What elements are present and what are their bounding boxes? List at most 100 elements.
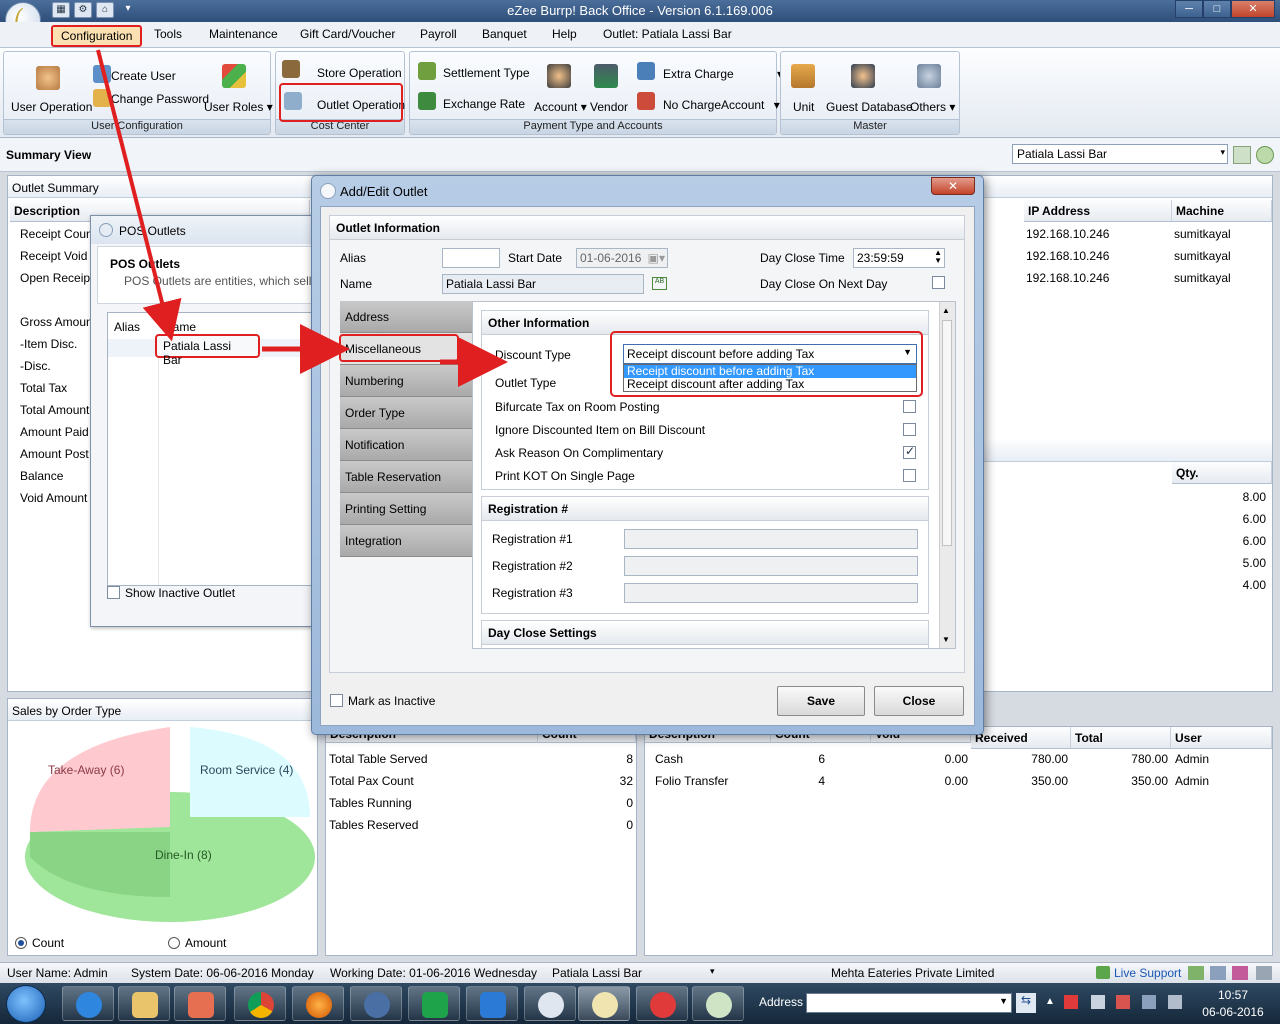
tab-address[interactable]: Address [340,301,472,333]
ignore-discounted-checkbox[interactable] [903,423,916,436]
user-operation-button[interactable]: User Operation [11,100,92,114]
count-radio[interactable] [15,937,27,949]
alias-input[interactable] [442,248,500,268]
tab-order-type[interactable]: Order Type [340,397,472,429]
dialog-close-x-button[interactable]: ✕ [931,177,975,195]
taskbar-pinterest-icon[interactable] [636,986,688,1021]
live-support-link[interactable]: Live Support [1114,966,1181,980]
taskbar-ezee-active-icon[interactable] [578,986,630,1021]
name-input[interactable]: Patiala Lassi Bar [442,274,644,294]
menu-maintenance[interactable]: Maintenance [209,27,278,41]
tray-network-icon[interactable] [1091,995,1105,1009]
tab-numbering[interactable]: Numbering [340,365,472,397]
scroll-down-icon[interactable]: ▼ [942,635,950,644]
taskbar-ie-icon[interactable] [62,986,114,1021]
ask-reason-checkbox[interactable] [903,444,916,459]
address-input[interactable]: ▼ [806,993,1012,1013]
discount-option-after[interactable]: Receipt discount after adding Tax [624,378,916,391]
guest-database-button[interactable]: Guest Database [826,100,913,114]
menu-help[interactable]: Help [552,27,577,41]
taskbar-writer-icon[interactable] [466,986,518,1021]
start-date-input[interactable]: 01-06-2016 ▣▾ [576,248,668,268]
clock-time[interactable]: 10:57 [1200,988,1266,1002]
scroll-up-icon[interactable]: ▲ [942,306,950,315]
taskbar-firefox-icon[interactable] [292,986,344,1021]
mark-inactive-checkbox[interactable] [330,694,343,707]
tab-integration[interactable]: Integration [340,525,472,557]
extra-charge-button[interactable]: Extra Charge ▾ [663,67,783,81]
print-kot-label: Print KOT On Single Page [495,469,635,483]
status-outlet[interactable]: Patiala Lassi Bar [552,966,642,980]
store-icon [282,60,300,78]
print-kot-checkbox[interactable] [903,469,916,482]
others-button[interactable]: Others ▾ [910,100,955,114]
create-user-button[interactable]: Create User [111,69,176,83]
exchange-rate-button[interactable]: Exchange Rate [443,97,525,111]
menu-banquet[interactable]: Banquet [482,27,527,41]
window-close-button[interactable]: ✕ [1231,0,1275,18]
menu-tools[interactable]: Tools [154,27,182,41]
status-settings-icon[interactable] [1256,966,1272,980]
taskbar-explorer-icon[interactable] [118,986,170,1021]
account-button[interactable]: Account ▾ [534,100,587,114]
outlet-type-label: Outlet Type [495,376,557,390]
change-password-button[interactable]: Change Password [111,92,209,106]
status-print-icon[interactable] [1210,966,1226,980]
outlet-select[interactable]: Patiala Lassi Bar ▾ [1012,144,1228,164]
tab-printing-setting[interactable]: Printing Setting [340,493,472,525]
taskbar-spreadsheet-icon[interactable] [408,986,460,1021]
slice-label-dine-in: Dine-In (8) [155,848,212,862]
minimize-button[interactable]: ─ [1175,0,1203,18]
close-button[interactable]: Close [874,686,964,716]
taskbar-thunderbird-icon[interactable] [350,986,402,1021]
windows-start-button[interactable] [6,985,46,1023]
spinner-icon[interactable]: ▲ ▼ [934,249,942,265]
save-button[interactable]: Save [777,686,865,716]
scroll-thumb[interactable] [942,320,952,546]
day-close-next-checkbox[interactable] [932,276,945,289]
live-support-icon[interactable] [1096,966,1110,979]
user-roles-button[interactable]: User Roles ▾ [204,100,273,114]
menu-configuration[interactable]: Configuration [51,25,143,47]
tab-table-reservation[interactable]: Table Reservation [340,461,472,493]
vendor-button[interactable]: Vendor [590,100,628,114]
show-inactive-checkbox[interactable] [107,586,120,599]
taskbar-ezee2-icon[interactable] [692,986,744,1021]
tray-app-icon[interactable] [1064,995,1078,1009]
menu-gift-card[interactable]: Gift Card/Voucher [300,27,395,41]
content-scrollbar[interactable]: ▲ ▼ [939,302,955,648]
tray-expand-icon[interactable]: ▲ [1045,996,1055,1007]
menu-payroll[interactable]: Payroll [420,27,457,41]
registration-2-input[interactable] [624,556,918,576]
filter-icon[interactable] [1233,146,1251,164]
registration-3-input[interactable] [624,583,918,603]
status-outlet-dropdown-icon[interactable]: ▾ [710,966,715,977]
tray-monitor-icon[interactable] [1142,995,1156,1009]
taskbar-media-icon[interactable] [174,986,226,1021]
tray-volume-icon[interactable] [1168,995,1182,1009]
status-grid-icon[interactable] [1232,966,1248,980]
discount-type-select[interactable]: Receipt discount before adding Tax ▼ [623,344,917,364]
settlement-type-button[interactable]: Settlement Type [443,66,530,80]
amount-radio[interactable] [168,937,180,949]
maximize-button[interactable]: □ [1203,0,1231,18]
status-tool-icon[interactable] [1188,966,1204,980]
go-arrow-icon[interactable]: ⇆ [1016,993,1036,1013]
tab-notification[interactable]: Notification [340,429,472,461]
no-charge-account-button[interactable]: No ChargeAccount ▾ [663,98,780,112]
unit-button[interactable]: Unit [793,100,814,114]
keyboard-icon[interactable]: AB [652,277,667,290]
taskbar-ezee-icon[interactable] [524,986,576,1021]
outlet-row-patiala[interactable]: Patiala Lassi Bar [155,334,260,367]
clock-date[interactable]: 06-06-2016 [1200,1005,1266,1019]
day-close-time-input[interactable]: 23:59:59 ▲ ▼ [853,248,945,268]
taskbar-chrome-icon[interactable] [234,986,286,1021]
terminal-machine: sumitkayal [1174,271,1231,285]
bifurcate-checkbox[interactable] [903,400,916,413]
store-operation-button[interactable]: Store Operation [317,66,402,80]
registration-1-input[interactable] [624,529,918,549]
calendar-icon[interactable]: ▣▾ [648,251,665,265]
refresh-icon[interactable] [1256,146,1274,164]
tray-flag-icon[interactable] [1116,995,1130,1009]
menu-outlet[interactable]: Outlet: Patiala Lassi Bar [603,27,732,41]
